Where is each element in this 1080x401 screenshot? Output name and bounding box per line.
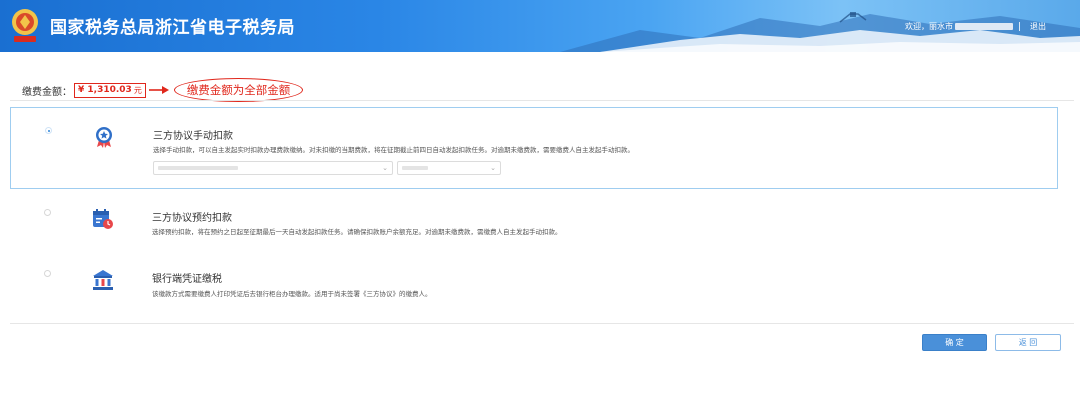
radio-manual-debit[interactable] (45, 127, 52, 134)
option-description: 选择预约扣款，将在预约之日起至征期最后一天自动发起扣款任务。请确保扣款账户余额充… (152, 228, 562, 236)
user-divider (1019, 22, 1020, 31)
option-title: 三方协议预约扣款 (152, 213, 232, 224)
award-ribbon-icon (96, 127, 112, 148)
site-title: 国家税务总局浙江省电子税务局 (50, 18, 295, 38)
back-button[interactable]: 返 回 (995, 334, 1061, 351)
chevron-down-icon: ⌄ (382, 164, 388, 172)
amount-annotation: 缴费金额为全部金额 (173, 78, 304, 102)
radio-scheduled-debit[interactable] (44, 209, 51, 216)
bank-account-select[interactable]: ⌄ (153, 161, 393, 175)
tax-bureau-emblem-icon (12, 9, 38, 42)
payment-amount-box: ¥ 1,310.03 元 (74, 82, 146, 98)
payment-amount-value: ¥ 1,310.03 (78, 85, 132, 95)
payment-option-scheduled-debit[interactable]: 三方协议预约扣款 选择预约扣款，将在预约之日起至征期最后一天自动发起扣款任务。请… (10, 198, 1058, 248)
user-area: 欢迎，丽水市 退出 (905, 21, 1046, 32)
masked-account-value (158, 166, 238, 170)
arrow-right-icon (148, 86, 169, 94)
radio-bank-voucher[interactable] (44, 270, 51, 277)
payment-amount-row: 缴费金额： ¥ 1,310.03 元 缴费金额为全部金额 (22, 78, 304, 102)
option-description: 选择手动扣款，可以自主发起实时扣款办理费款缴纳。对未扣缴的当期费款，将在征期截止… (153, 146, 634, 154)
chevron-down-icon: ⌄ (490, 164, 496, 172)
site-header: 国家税务总局浙江省电子税务局 欢迎，丽水市 退出 (0, 0, 1080, 52)
welcome-text: 欢迎，丽水市 (905, 22, 953, 31)
option-title: 银行端凭证缴税 (152, 274, 222, 285)
option-description: 该缴款方式需要缴费人打印凭证后去银行柜台办理缴款。适用于尚未签署《三方协议》的缴… (152, 290, 432, 298)
logout-link[interactable]: 退出 (1030, 21, 1046, 32)
option-title: 三方协议手动扣款 (153, 131, 233, 142)
payment-option-bank-voucher[interactable]: 银行端凭证缴税 该缴款方式需要缴费人打印凭证后去银行柜台办理缴款。适用于尚未签署… (10, 260, 1058, 310)
page: 国家税务总局浙江省电子税务局 欢迎，丽水市 退出 缴费金额： ¥ 1,310.0… (0, 0, 1080, 401)
bottom-divider (10, 323, 1074, 324)
account-type-select[interactable]: ⌄ (397, 161, 501, 175)
calendar-clock-icon (93, 209, 113, 229)
masked-username (955, 23, 1013, 30)
bank-icon (93, 270, 113, 290)
payment-option-manual-debit[interactable]: 三方协议手动扣款 选择手动扣款，可以自主发起实时扣款办理费款缴纳。对未扣缴的当期… (10, 107, 1058, 189)
masked-account-type (402, 166, 428, 170)
confirm-button[interactable]: 确 定 (922, 334, 987, 351)
payment-amount-label: 缴费金额： (22, 86, 72, 98)
payment-amount-unit: 元 (133, 85, 142, 95)
top-divider (10, 100, 1074, 101)
